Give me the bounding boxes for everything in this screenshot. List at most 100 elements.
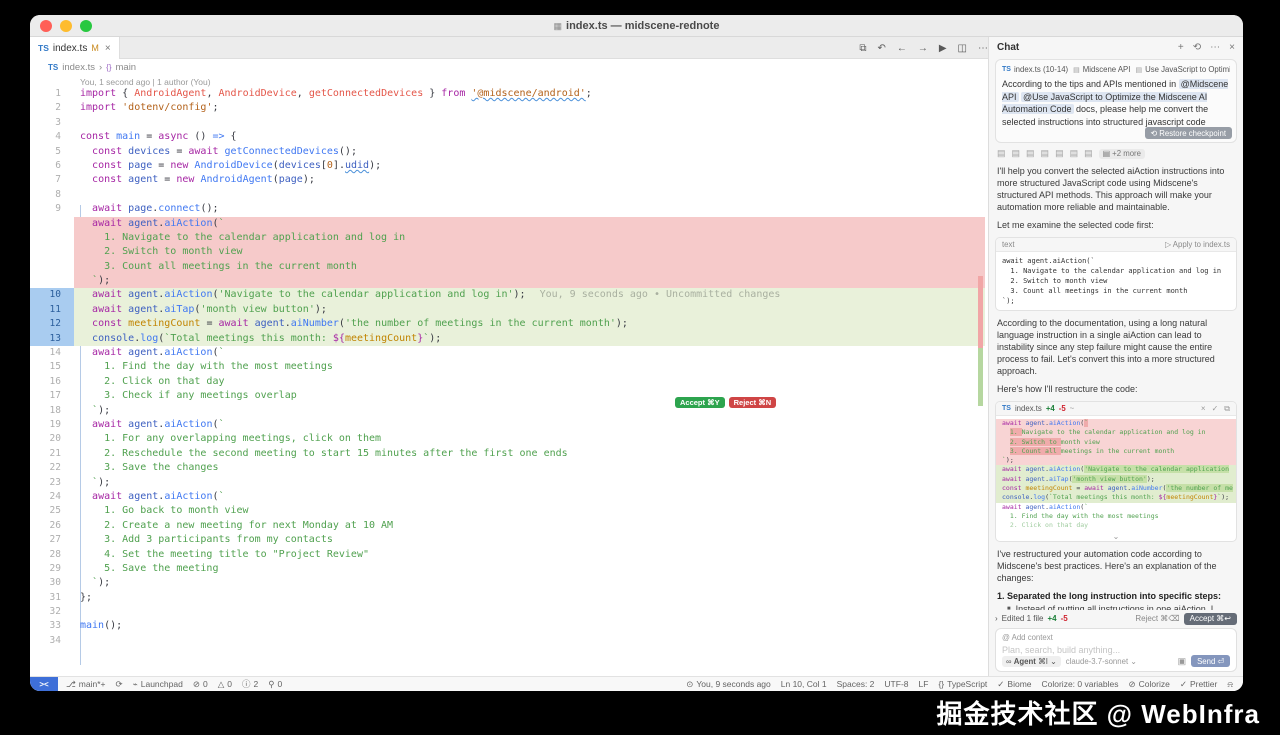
context-file-icon[interactable]: ▤ <box>1070 148 1079 159</box>
breadcrumb-symbol[interactable]: main <box>116 62 137 73</box>
compare-changes-icon[interactable]: ⧉ <box>859 43 866 54</box>
code-line[interactable]: 17 3. Check if any meetings overlap <box>30 389 985 403</box>
code-line[interactable]: 3 <box>30 116 985 130</box>
code-line[interactable]: 16 2. Click on that day <box>30 375 985 389</box>
back-icon[interactable]: ← <box>897 43 907 54</box>
run-icon[interactable]: ▶ <box>939 43 947 54</box>
code-line[interactable]: 32 <box>30 605 985 619</box>
code-line[interactable]: 24 await agent.aiAction(` <box>30 490 985 504</box>
reject-hunk-button[interactable]: Reject ⌘N <box>728 397 777 408</box>
code-line[interactable]: 6 const page = new AndroidDevice(devices… <box>30 159 985 173</box>
diff-card-file[interactable]: index.ts <box>1015 404 1042 413</box>
codelens-blame[interactable]: You, 1 second ago | 1 author (You) <box>80 77 211 87</box>
code-line[interactable]: 9 await page.connect(); <box>30 202 985 216</box>
agent-mode-dropdown[interactable]: ∞ Agent ⌘I ⌄ <box>1002 655 1061 667</box>
code-line[interactable]: 34 <box>30 634 985 648</box>
code-line[interactable]: 25 1. Go back to month view <box>30 504 985 518</box>
context-file-icon[interactable]: ▤ <box>1026 148 1035 159</box>
send-button[interactable]: Send ⏎ <box>1191 655 1230 667</box>
more-actions-icon[interactable]: ⋯ <box>978 43 988 54</box>
language-mode[interactable]: {} TypeScript <box>938 679 987 689</box>
code-line[interactable]: 10 await agent.aiAction('Navigate to the… <box>30 288 985 303</box>
restore-checkpoint-button[interactable]: ⟲ Restore checkpoint <box>1144 127 1232 139</box>
check-icon[interactable]: ✓ <box>1212 404 1219 414</box>
context-file-icon[interactable]: ▤ <box>1055 148 1064 159</box>
sync-icon[interactable]: ⟳ <box>116 679 123 690</box>
chat-input-placeholder[interactable]: Plan, search, build anything... <box>1002 645 1230 655</box>
eol[interactable]: LF <box>919 679 929 689</box>
code-line[interactable]: 26 2. Create a new meeting for next Mond… <box>30 519 985 533</box>
indentation[interactable]: Spaces: 2 <box>837 679 875 689</box>
code-line[interactable]: 5 const devices = await getConnectedDevi… <box>30 145 985 159</box>
code-line[interactable]: 22 3. Save the changes <box>30 461 985 475</box>
close-tab-icon[interactable]: × <box>105 43 111 54</box>
code-line[interactable]: 19 await agent.aiAction(` <box>30 418 985 432</box>
accept-hunk-button[interactable]: Accept ⌘Y <box>675 397 725 408</box>
close-icon[interactable]: × <box>1201 404 1206 414</box>
chat-tab[interactable]: Chat <box>997 42 1019 53</box>
more-icon[interactable]: ⋯ <box>1210 42 1220 53</box>
code-line[interactable]: 13 console.log(`Total meetings this mont… <box>30 331 985 347</box>
code-line[interactable]: 4 const main = async () => { <box>30 130 985 144</box>
code-line[interactable]: 1. Navigate to the calendar application … <box>30 230 985 246</box>
colorize-variables[interactable]: Colorize: 0 variables <box>1042 679 1119 689</box>
split-editor-icon[interactable]: ◫ <box>958 43 967 54</box>
context-file-icon[interactable]: ▤ <box>997 148 1006 159</box>
code-line[interactable]: 2 import 'dotenv/config'; <box>30 101 985 115</box>
cursor-position[interactable]: Ln 10, Col 1 <box>781 679 827 689</box>
context-file-icon[interactable]: ▤ <box>1012 148 1021 159</box>
attachment-chip[interactable]: ▤Use JavaScript to Optimize the... <box>1135 65 1230 74</box>
apply-to-file-button[interactable]: ▷ Apply to index.ts <box>1165 240 1230 249</box>
ports-icon[interactable]: ⚲ 0 <box>268 679 282 690</box>
new-chat-icon[interactable]: + <box>1178 42 1184 53</box>
code-line[interactable]: 23 `); <box>30 476 985 490</box>
code-line[interactable]: 7 const agent = new AndroidAgent(page); <box>30 173 985 187</box>
close-icon[interactable]: × <box>1229 42 1235 53</box>
blame-icon[interactable]: ⊙ You, 9 seconds ago <box>686 679 770 690</box>
errors-icon[interactable]: ⊘ 0 <box>193 679 208 690</box>
context-file-icon[interactable]: ▤ <box>1041 148 1050 159</box>
reject-all-button[interactable]: Reject ⌘⌫ <box>1135 614 1179 623</box>
prettier[interactable]: ✓ Prettier <box>1180 679 1218 690</box>
code-line[interactable]: 30 `); <box>30 576 985 590</box>
code-line[interactable]: 18 `); <box>30 404 985 418</box>
breadcrumb-file[interactable]: index.ts <box>62 62 95 73</box>
open-changes-icon[interactable]: ↶ <box>877 43 885 54</box>
code-line[interactable]: 12 const meetingCount = await agent.aiNu… <box>30 317 985 332</box>
warnings-icon[interactable]: △ 0 <box>218 679 232 690</box>
code-line[interactable]: 3. Count all meetings in the current mon… <box>30 259 985 275</box>
code-line[interactable]: 1 import { AndroidAgent, AndroidDevice, g… <box>30 87 985 101</box>
code-line[interactable]: 8 <box>30 188 985 202</box>
accept-all-button[interactable]: Accept ⌘↩ <box>1183 612 1237 625</box>
notifications-icon[interactable]: ⍾ <box>1227 679 1233 690</box>
forward-icon[interactable]: → <box>918 43 928 54</box>
launchpad-icon[interactable]: ⌁ Launchpad <box>133 679 183 690</box>
code-line[interactable]: 14 await agent.aiAction(` <box>30 346 985 360</box>
code-line[interactable]: 21 2. Reschedule the second meeting to s… <box>30 447 985 461</box>
chat-messages[interactable]: TS index.ts (10-14) ▤ Midscene API ▤ Use Java… <box>995 59 1237 610</box>
more-files-chip[interactable]: ▤ +2 more <box>1098 148 1145 159</box>
code-line[interactable]: await agent.aiAction(` <box>30 216 985 231</box>
code-line[interactable]: `); <box>30 274 985 289</box>
breadcrumb[interactable]: TS index.ts › {} main <box>30 59 985 75</box>
attachment-chip[interactable]: ▤ Midscene API <box>1073 65 1130 74</box>
expand-icon[interactable]: ⧉ <box>1224 404 1230 414</box>
history-icon[interactable]: ⟲ <box>1193 42 1201 53</box>
model-dropdown[interactable]: claude-3.7-sonnet ⌄ <box>1066 657 1137 666</box>
info-icon[interactable]: ⓘ 2 <box>242 678 258 690</box>
code-editor[interactable]: You, 1 second ago | 1 author (You) 1 impo… <box>30 75 985 676</box>
code-line[interactable]: 29 5. Save the meeting <box>30 562 985 576</box>
add-context-button[interactable]: @ Add context <box>1002 633 1230 642</box>
code-line[interactable]: 11 await agent.aiTap('month view button'… <box>30 302 985 318</box>
remote-indicator-icon[interactable]: >< <box>30 676 58 691</box>
code-line[interactable]: 31}; <box>30 591 985 605</box>
context-file-icon[interactable]: ▤ <box>1084 148 1093 159</box>
encoding[interactable]: UTF-8 <box>884 679 908 689</box>
code-line[interactable]: 28 4. Set the meeting title to "Project … <box>30 548 985 562</box>
branch-icon[interactable]: ⎇ main*+ <box>66 679 106 690</box>
colorize[interactable]: ⊘ Colorize <box>1129 679 1170 690</box>
code-line[interactable]: 27 3. Add 3 participants from my contact… <box>30 533 985 547</box>
attachment-chip[interactable]: TS index.ts (10-14) <box>1002 65 1068 74</box>
expand-diff-icon[interactable]: ⌄ <box>996 532 1236 541</box>
tab-index-ts[interactable]: TS index.ts M × <box>30 37 120 59</box>
